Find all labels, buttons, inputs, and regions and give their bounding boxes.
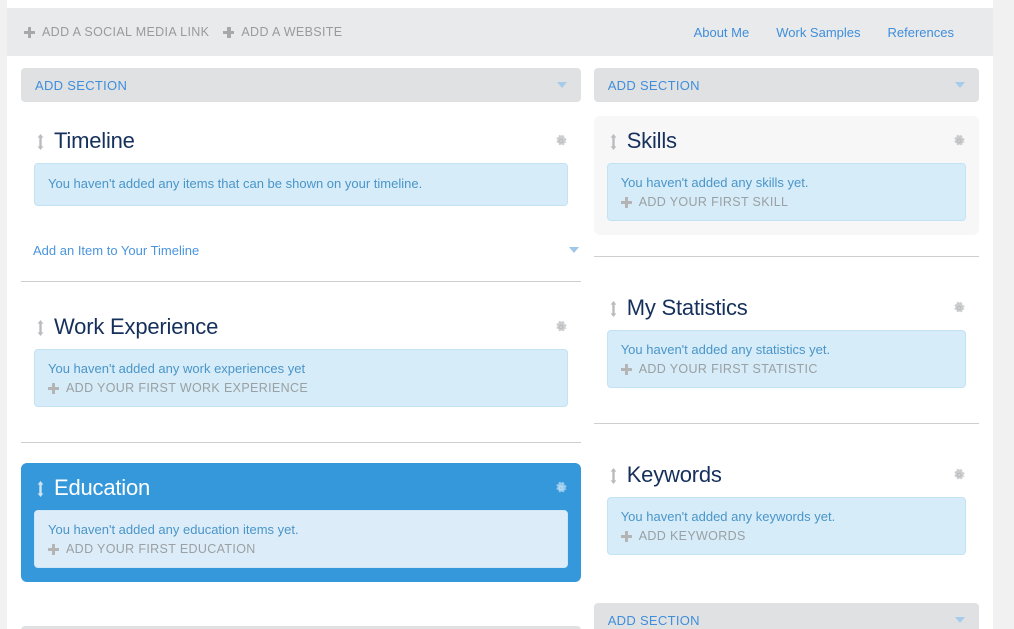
keywords-empty-box: You haven't added any keywords yet. ADD … bbox=[606, 497, 966, 555]
add-website-label: ADD A WEBSITE bbox=[241, 25, 343, 39]
timeline-empty-box: You haven't added any items that can be … bbox=[34, 163, 568, 206]
top-toolbar: ADD A SOCIAL MEDIA LINK ADD A WEBSITE Ab… bbox=[7, 8, 993, 56]
gear-icon[interactable] bbox=[952, 301, 966, 315]
left-column: ADD SECTION Timeline You haven't added a… bbox=[21, 68, 581, 629]
section-title: Work Experience bbox=[54, 314, 219, 339]
page-root: ADD A SOCIAL MEDIA LINK ADD A WEBSITE Ab… bbox=[0, 0, 1014, 629]
add-keywords-label: ADD KEYWORDS bbox=[638, 529, 746, 543]
section-header: Keywords bbox=[607, 460, 966, 490]
gear-icon[interactable] bbox=[952, 468, 966, 482]
add-timeline-item-label: Add an Item to Your Timeline bbox=[33, 242, 200, 258]
work-experience-empty-text: You haven't added any work experiences y… bbox=[48, 361, 306, 376]
add-first-statistic-button[interactable]: ADD YOUR FIRST STATISTIC bbox=[620, 362, 952, 376]
add-first-education-button[interactable]: ADD YOUR FIRST EDUCATION bbox=[48, 542, 554, 556]
drag-handle-icon[interactable] bbox=[607, 133, 620, 151]
add-first-skill-label: ADD YOUR FIRST SKILL bbox=[638, 195, 789, 209]
keywords-empty-text: You haven't added any keywords yet. bbox=[620, 509, 836, 524]
toolbar-actions: ADD A SOCIAL MEDIA LINK ADD A WEBSITE bbox=[24, 25, 342, 39]
drag-handle-icon[interactable] bbox=[34, 319, 47, 337]
drag-handle-icon[interactable] bbox=[34, 480, 47, 498]
skills-empty-box: You haven't added any skills yet. ADD YO… bbox=[606, 163, 966, 221]
plus-icon bbox=[620, 363, 632, 375]
section-timeline[interactable]: Timeline You haven't added any items tha… bbox=[21, 116, 581, 220]
add-section-bar-right-bottom[interactable]: ADD SECTION bbox=[593, 603, 979, 629]
add-first-statistic-label: ADD YOUR FIRST STATISTIC bbox=[638, 362, 818, 376]
gear-icon[interactable] bbox=[554, 134, 568, 148]
add-first-work-experience-button[interactable]: ADD YOUR FIRST WORK EXPERIENCE bbox=[48, 381, 554, 395]
section-header: My Statistics bbox=[607, 293, 966, 323]
drag-handle-icon[interactable] bbox=[607, 300, 620, 318]
work-experience-empty-box: You haven't added any work experiences y… bbox=[34, 349, 568, 407]
nav-link-work-samples[interactable]: Work Samples bbox=[776, 25, 860, 40]
add-social-media-link-label: ADD A SOCIAL MEDIA LINK bbox=[42, 25, 210, 39]
section-header: Timeline bbox=[34, 126, 568, 156]
section-header: Work Experience bbox=[34, 312, 568, 342]
nav-link-references[interactable]: References bbox=[888, 25, 954, 40]
section-title: Education bbox=[54, 475, 151, 500]
skills-empty-text: You haven't added any skills yet. bbox=[620, 175, 809, 190]
caret-down-icon bbox=[955, 617, 965, 623]
add-section-label: ADD SECTION bbox=[35, 77, 128, 93]
plus-icon bbox=[620, 530, 632, 542]
statistics-empty-text: You haven't added any statistics yet. bbox=[620, 342, 831, 357]
drag-handle-icon[interactable] bbox=[607, 467, 620, 485]
section-header: Education bbox=[34, 473, 568, 503]
caret-down-icon bbox=[556, 82, 567, 88]
education-empty-text: You haven't added any education items ye… bbox=[48, 522, 299, 537]
section-header: Skills bbox=[607, 126, 966, 156]
add-first-education-label: ADD YOUR FIRST EDUCATION bbox=[66, 542, 256, 556]
right-column: ADD SECTION Skills You haven't added any… bbox=[593, 68, 979, 629]
plus-icon bbox=[48, 543, 59, 555]
gear-icon[interactable] bbox=[554, 320, 568, 334]
add-section-bar-right-top[interactable]: ADD SECTION bbox=[593, 68, 979, 102]
add-timeline-item-link[interactable]: Add an Item to Your Timeline bbox=[21, 240, 581, 260]
section-title: Skills bbox=[626, 128, 677, 153]
timeline-empty-text: You haven't added any items that can be … bbox=[48, 176, 423, 191]
add-first-work-experience-label: ADD YOUR FIRST WORK EXPERIENCE bbox=[66, 381, 309, 395]
statistics-empty-box: You haven't added any statistics yet. AD… bbox=[606, 330, 966, 388]
add-website-button[interactable]: ADD A WEBSITE bbox=[223, 25, 342, 39]
section-title: Timeline bbox=[54, 128, 135, 153]
section-my-statistics[interactable]: My Statistics You haven't added any stat… bbox=[594, 283, 979, 402]
plus-icon bbox=[620, 196, 632, 208]
nav-link-about-me[interactable]: About Me bbox=[694, 25, 750, 40]
section-education[interactable]: Education You haven't added any educatio… bbox=[21, 463, 581, 582]
content-columns: ADD SECTION Timeline You haven't added a… bbox=[7, 56, 993, 629]
add-keywords-button[interactable]: ADD KEYWORDS bbox=[620, 529, 952, 543]
gear-icon[interactable] bbox=[554, 481, 568, 495]
plus-icon bbox=[223, 26, 235, 38]
drag-handle-icon[interactable] bbox=[34, 133, 47, 151]
plus-icon bbox=[48, 382, 59, 394]
add-section-bar-left-top[interactable]: ADD SECTION bbox=[21, 68, 581, 102]
plus-icon bbox=[24, 26, 35, 38]
add-social-media-link-button[interactable]: ADD A SOCIAL MEDIA LINK bbox=[24, 25, 209, 39]
section-title: Keywords bbox=[626, 462, 722, 487]
add-section-label: ADD SECTION bbox=[607, 77, 700, 93]
add-section-label: ADD SECTION bbox=[607, 612, 700, 628]
section-title: My Statistics bbox=[626, 295, 748, 320]
caret-down-icon bbox=[568, 247, 579, 253]
add-first-skill-button[interactable]: ADD YOUR FIRST SKILL bbox=[620, 195, 952, 209]
education-empty-box: You haven't added any education items ye… bbox=[34, 510, 568, 568]
caret-down-icon bbox=[955, 82, 965, 88]
section-skills[interactable]: Skills You haven't added any skills yet.… bbox=[593, 116, 979, 235]
section-keywords[interactable]: Keywords You haven't added any keywords … bbox=[594, 450, 979, 569]
toolbar-nav: About Me Work Samples References bbox=[694, 25, 976, 40]
section-work-experience[interactable]: Work Experience You haven't added any wo… bbox=[21, 302, 581, 421]
gear-icon[interactable] bbox=[952, 134, 966, 148]
